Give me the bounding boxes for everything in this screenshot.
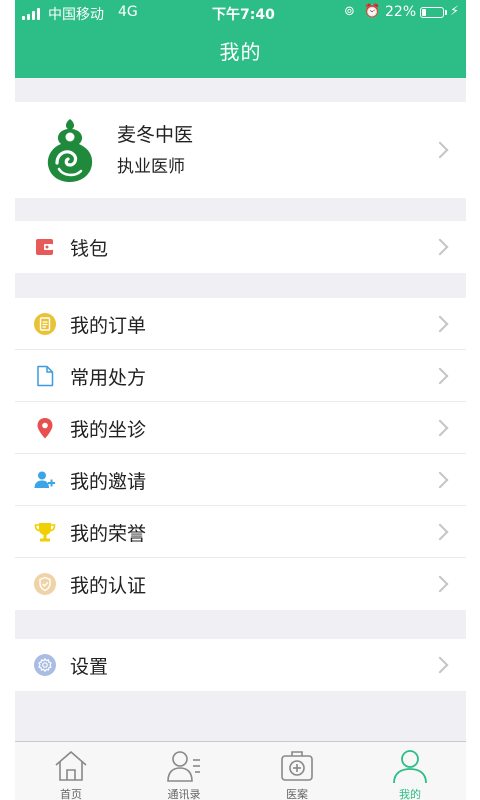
wallet-icon bbox=[36, 239, 53, 255]
main-menu-group: 我的订单 常用处方 我的坐诊 我的邀请 我的荣誉 我的认证 bbox=[15, 298, 466, 610]
signal-strength-icon bbox=[22, 8, 44, 20]
menu-item-settings[interactable]: 设置 bbox=[15, 639, 466, 691]
shield-check-icon bbox=[34, 573, 56, 595]
charging-icon: ⚡ bbox=[450, 4, 460, 19]
chevron-right-icon bbox=[431, 419, 449, 437]
chevron-right-icon bbox=[431, 315, 449, 333]
tab-bar: 首页 通讯录 医案 我的 bbox=[15, 741, 466, 800]
doctor-role: 执业医师 bbox=[117, 157, 185, 177]
tab-mine[interactable]: 我的 bbox=[354, 742, 466, 800]
gear-icon bbox=[34, 654, 56, 676]
add-user-icon bbox=[34, 471, 55, 488]
chevron-right-icon bbox=[431, 471, 449, 489]
menu-item-clinic[interactable]: 我的坐诊 bbox=[15, 402, 466, 454]
tab-label: 医案 bbox=[286, 788, 308, 800]
tab-contacts[interactable]: 通讯录 bbox=[128, 742, 240, 800]
status-time: 下午7:40 bbox=[212, 7, 275, 23]
medical-kit-icon bbox=[281, 751, 313, 781]
chevron-right-icon bbox=[431, 141, 449, 159]
menu-item-wallet[interactable]: 钱包 bbox=[15, 221, 466, 273]
contacts-icon bbox=[167, 751, 200, 782]
menu-label: 设置 bbox=[70, 656, 109, 678]
chevron-right-icon bbox=[431, 367, 449, 385]
menu-item-honors[interactable]: 我的荣誉 bbox=[15, 506, 466, 558]
chevron-right-icon bbox=[431, 523, 449, 541]
home-icon bbox=[55, 751, 87, 781]
battery-percent: 22% bbox=[385, 4, 417, 20]
chevron-right-icon bbox=[431, 575, 449, 593]
clipboard-icon bbox=[34, 313, 56, 335]
menu-item-invite[interactable]: 我的邀请 bbox=[15, 454, 466, 506]
chevron-right-icon bbox=[431, 656, 449, 674]
tab-label: 首页 bbox=[60, 788, 82, 800]
menu-item-prescriptions[interactable]: 常用处方 bbox=[15, 350, 466, 402]
menu-item-certification[interactable]: 我的认证 bbox=[15, 558, 466, 610]
menu-label: 我的邀请 bbox=[70, 471, 147, 493]
app-screen: 中国移动 4G 下午7:40 ⊚ ⏰ 22% ⚡ 我的 麦冬中医 执业医师 钱包… bbox=[15, 0, 466, 800]
profile-card[interactable]: 麦冬中医 执业医师 bbox=[15, 102, 466, 198]
header-bar: 中国移动 4G 下午7:40 ⊚ ⏰ 22% ⚡ 我的 bbox=[15, 0, 466, 78]
menu-label: 我的订单 bbox=[70, 315, 147, 337]
tab-home[interactable]: 首页 bbox=[15, 742, 127, 800]
menu-label: 我的坐诊 bbox=[70, 419, 147, 441]
document-icon bbox=[37, 365, 54, 387]
trophy-icon bbox=[34, 523, 56, 542]
network-type: 4G bbox=[118, 4, 138, 20]
wallet-group: 钱包 bbox=[15, 221, 466, 273]
menu-item-orders[interactable]: 我的订单 bbox=[15, 298, 466, 350]
doctor-name: 麦冬中医 bbox=[117, 124, 194, 146]
page-title: 我的 bbox=[219, 40, 262, 64]
location-pin-icon bbox=[37, 418, 53, 439]
settings-group: 设置 bbox=[15, 639, 466, 691]
menu-label: 我的荣誉 bbox=[70, 523, 147, 545]
gourd-logo-icon bbox=[47, 119, 93, 182]
menu-label: 钱包 bbox=[70, 238, 109, 260]
tab-label: 我的 bbox=[399, 788, 421, 800]
user-icon bbox=[393, 750, 427, 784]
alarm-icon: ⏰ bbox=[364, 4, 381, 19]
tab-label: 通讯录 bbox=[167, 788, 201, 800]
menu-label: 常用处方 bbox=[70, 367, 147, 389]
tab-cases[interactable]: 医案 bbox=[241, 742, 353, 800]
battery-icon bbox=[420, 7, 447, 18]
carrier-name: 中国移动 bbox=[48, 7, 104, 23]
menu-label: 我的认证 bbox=[70, 575, 147, 597]
orientation-lock-icon: ⊚ bbox=[344, 4, 355, 19]
status-bar: 中国移动 4G 下午7:40 ⊚ ⏰ 22% ⚡ bbox=[15, 0, 466, 26]
chevron-right-icon bbox=[431, 238, 449, 256]
